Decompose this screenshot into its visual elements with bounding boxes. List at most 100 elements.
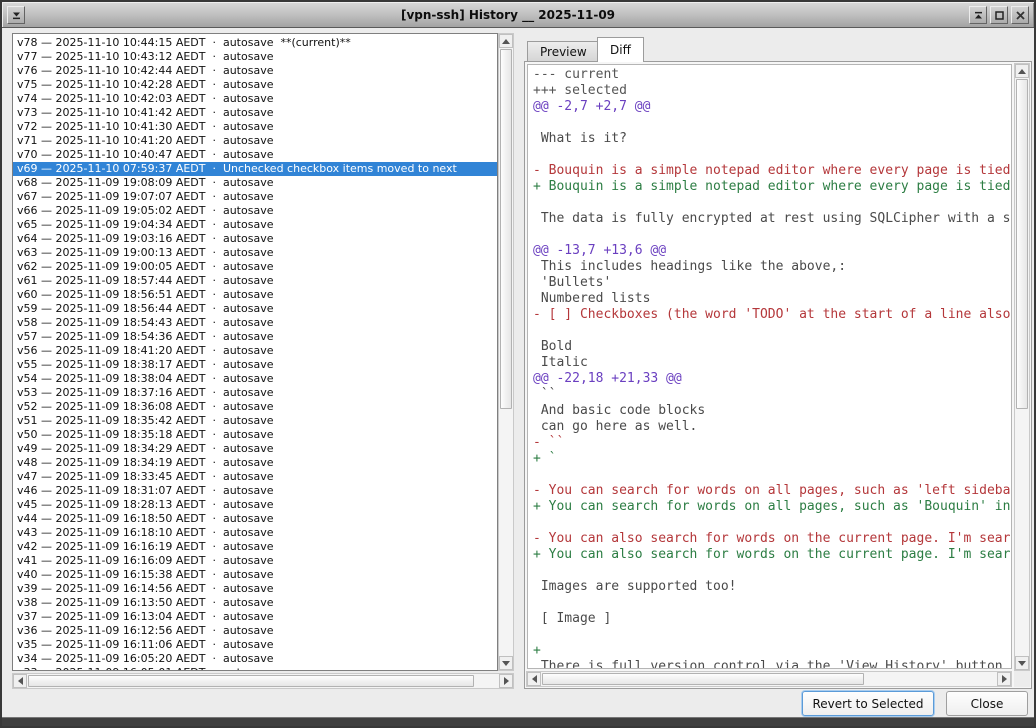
- version-list-item-label: v42 — 2025-11-09 16:16:19 AEDT · autosav…: [17, 540, 273, 553]
- version-list-item[interactable]: v63 — 2025-11-09 19:00:13 AEDT · autosav…: [13, 246, 497, 260]
- version-list-item[interactable]: v35 — 2025-11-09 16:11:06 AEDT · autosav…: [13, 638, 497, 652]
- history-scroll-up-button[interactable]: [499, 34, 513, 48]
- diff-line: [533, 563, 1011, 579]
- version-list-item[interactable]: v43 — 2025-11-09 16:18:10 AEDT · autosav…: [13, 526, 497, 540]
- diff-line-text: - You can also search for words on the c…: [533, 531, 1010, 546]
- version-list-item[interactable]: v54 — 2025-11-09 18:38:04 AEDT · autosav…: [13, 372, 497, 386]
- version-list-item[interactable]: v33 — 2025-11-09 16:05:01 AEDT · autosav…: [13, 666, 497, 671]
- version-list[interactable]: v78 — 2025-11-10 10:44:15 AEDT · autosav…: [12, 33, 498, 671]
- version-list-item[interactable]: v56 — 2025-11-09 18:41:20 AEDT · autosav…: [13, 344, 497, 358]
- version-list-item[interactable]: v69 — 2025-11-10 07:59:37 AEDT · Uncheck…: [13, 162, 497, 176]
- version-list-item[interactable]: v50 — 2025-11-09 18:35:18 AEDT · autosav…: [13, 428, 497, 442]
- version-list-item[interactable]: v67 — 2025-11-09 19:07:07 AEDT · autosav…: [13, 190, 497, 204]
- version-list-item[interactable]: v73 — 2025-11-10 10:41:42 AEDT · autosav…: [13, 106, 497, 120]
- version-list-item-label: v33 — 2025-11-09 16:05:01 AEDT · autosav…: [17, 666, 273, 671]
- version-list-item[interactable]: v70 — 2025-11-10 10:40:47 AEDT · autosav…: [13, 148, 497, 162]
- version-list-item[interactable]: v34 — 2025-11-09 16:05:20 AEDT · autosav…: [13, 652, 497, 666]
- tab-preview[interactable]: Preview: [527, 41, 600, 62]
- version-list-item[interactable]: v58 — 2025-11-09 18:54:43 AEDT · autosav…: [13, 316, 497, 330]
- diff-scroll-left-button[interactable]: [527, 672, 541, 686]
- version-list-item[interactable]: v44 — 2025-11-09 16:18:50 AEDT · autosav…: [13, 512, 497, 526]
- history-scroll-down-button[interactable]: [499, 656, 513, 670]
- version-list-item[interactable]: v51 — 2025-11-09 18:35:42 AEDT · autosav…: [13, 414, 497, 428]
- version-list-item[interactable]: v62 — 2025-11-09 19:00:05 AEDT · autosav…: [13, 260, 497, 274]
- diff-line: Italic: [533, 355, 1011, 371]
- version-list-item-label: v48 — 2025-11-09 18:34:19 AEDT · autosav…: [17, 456, 273, 469]
- version-list-item[interactable]: v42 — 2025-11-09 16:16:19 AEDT · autosav…: [13, 540, 497, 554]
- version-list-item[interactable]: v68 — 2025-11-09 19:08:09 AEDT · autosav…: [13, 176, 497, 190]
- diff-tab-panel: --- current+++ selected@@ -2,7 +2,7 @@ W…: [524, 61, 1032, 689]
- history-scroll-left-button[interactable]: [13, 674, 27, 688]
- diff-line-text: + You can also search for words on the c…: [533, 547, 1010, 562]
- history-vscrollbar[interactable]: [498, 33, 514, 671]
- diff-line: The data is fully encrypted at rest usin…: [533, 211, 1011, 227]
- diff-line-text: There is full version control via the 'V…: [533, 659, 1003, 669]
- scroll-right-icon: [504, 677, 509, 685]
- version-list-item[interactable]: v72 — 2025-11-10 10:41:30 AEDT · autosav…: [13, 120, 497, 134]
- version-list-item[interactable]: v48 — 2025-11-09 18:34:19 AEDT · autosav…: [13, 456, 497, 470]
- version-list-item[interactable]: v60 — 2025-11-09 18:56:51 AEDT · autosav…: [13, 288, 497, 302]
- tab-diff[interactable]: Diff: [597, 37, 644, 62]
- version-list-item[interactable]: v47 — 2025-11-09 18:33:45 AEDT · autosav…: [13, 470, 497, 484]
- diff-scroll-down-button[interactable]: [1015, 656, 1029, 670]
- version-list-item[interactable]: v37 — 2025-11-09 16:13:04 AEDT · autosav…: [13, 610, 497, 624]
- diff-line: + `: [533, 451, 1011, 467]
- version-list-item[interactable]: v45 — 2025-11-09 18:28:13 AEDT · autosav…: [13, 498, 497, 512]
- version-list-item[interactable]: v77 — 2025-11-10 10:43:12 AEDT · autosav…: [13, 50, 497, 64]
- version-list-item[interactable]: v39 — 2025-11-09 16:14:56 AEDT · autosav…: [13, 582, 497, 596]
- version-list-item[interactable]: v78 — 2025-11-10 10:44:15 AEDT · autosav…: [13, 36, 497, 50]
- version-list-item[interactable]: v49 — 2025-11-09 18:34:29 AEDT · autosav…: [13, 442, 497, 456]
- scroll-up-icon: [502, 39, 510, 44]
- history-hscroll-thumb[interactable]: [28, 675, 474, 687]
- version-list-item[interactable]: v66 — 2025-11-09 19:05:02 AEDT · autosav…: [13, 204, 497, 218]
- version-list-item[interactable]: v40 — 2025-11-09 16:15:38 AEDT · autosav…: [13, 568, 497, 582]
- version-list-item[interactable]: v76 — 2025-11-10 10:42:44 AEDT · autosav…: [13, 64, 497, 78]
- diff-scroll-up-button[interactable]: [1015, 64, 1029, 78]
- window-menu-button[interactable]: [7, 6, 25, 24]
- version-list-item-label: v51 — 2025-11-09 18:35:42 AEDT · autosav…: [17, 414, 273, 427]
- version-list-item[interactable]: v38 — 2025-11-09 16:13:50 AEDT · autosav…: [13, 596, 497, 610]
- version-list-item-label: v64 — 2025-11-09 19:03:16 AEDT · autosav…: [17, 232, 273, 245]
- history-vscroll-thumb[interactable]: [500, 49, 512, 409]
- version-list-item-label: v71 — 2025-11-10 10:41:20 AEDT · autosav…: [17, 134, 273, 147]
- history-hscrollbar[interactable]: [12, 673, 514, 689]
- version-list-item[interactable]: v36 — 2025-11-09 16:12:56 AEDT · autosav…: [13, 624, 497, 638]
- diff-line-text: Bold: [533, 339, 572, 354]
- shade-button[interactable]: [969, 6, 987, 24]
- version-list-item[interactable]: v74 — 2025-11-10 10:42:03 AEDT · autosav…: [13, 92, 497, 106]
- version-list-item[interactable]: v53 — 2025-11-09 18:37:16 AEDT · autosav…: [13, 386, 497, 400]
- version-list-item[interactable]: v71 — 2025-11-10 10:41:20 AEDT · autosav…: [13, 134, 497, 148]
- close-dialog-button[interactable]: Close: [946, 691, 1028, 716]
- close-button[interactable]: [1011, 6, 1029, 24]
- diff-vscroll-thumb[interactable]: [1016, 79, 1028, 409]
- version-list-item[interactable]: v52 — 2025-11-09 18:36:08 AEDT · autosav…: [13, 400, 497, 414]
- version-list-item-label: v69 — 2025-11-10 07:59:37 AEDT · Uncheck…: [17, 162, 457, 175]
- version-list-item[interactable]: v65 — 2025-11-09 19:04:34 AEDT · autosav…: [13, 218, 497, 232]
- version-list-item[interactable]: v41 — 2025-11-09 16:16:09 AEDT · autosav…: [13, 554, 497, 568]
- version-list-item[interactable]: v46 — 2025-11-09 18:31:07 AEDT · autosav…: [13, 484, 497, 498]
- diff-line-text: - Bouquin is a simple notepad editor whe…: [533, 163, 1010, 178]
- diff-line: - ``: [533, 435, 1011, 451]
- version-list-item[interactable]: v61 — 2025-11-09 18:57:44 AEDT · autosav…: [13, 274, 497, 288]
- maximize-button[interactable]: [990, 6, 1008, 24]
- diff-line: + You can search for words on all pages,…: [533, 499, 1011, 515]
- diff-line: [533, 195, 1011, 211]
- scroll-down-icon: [1018, 661, 1026, 666]
- diff-hscrollbar[interactable]: [526, 671, 1012, 687]
- diff-vscrollbar[interactable]: [1014, 63, 1030, 671]
- version-list-item-label: v76 — 2025-11-10 10:42:44 AEDT · autosav…: [17, 64, 273, 77]
- diff-line: [ Image ]: [533, 611, 1011, 627]
- version-list-item[interactable]: v75 — 2025-11-10 10:42:28 AEDT · autosav…: [13, 78, 497, 92]
- diff-line-text: +: [533, 643, 541, 658]
- history-scroll-right-button[interactable]: [499, 674, 513, 688]
- version-list-item[interactable]: v64 — 2025-11-09 19:03:16 AEDT · autosav…: [13, 232, 497, 246]
- version-list-item-label: v70 — 2025-11-10 10:40:47 AEDT · autosav…: [17, 148, 273, 161]
- diff-hscroll-thumb[interactable]: [542, 673, 864, 685]
- diff-view[interactable]: --- current+++ selected@@ -2,7 +2,7 @@ W…: [527, 64, 1012, 669]
- version-list-item[interactable]: v57 — 2025-11-09 18:54:36 AEDT · autosav…: [13, 330, 497, 344]
- version-list-item[interactable]: v55 — 2025-11-09 18:38:17 AEDT · autosav…: [13, 358, 497, 372]
- revert-to-selected-button[interactable]: Revert to Selected: [802, 691, 934, 716]
- diff-scroll-right-button[interactable]: [997, 672, 1011, 686]
- version-list-item[interactable]: v59 — 2025-11-09 18:56:44 AEDT · autosav…: [13, 302, 497, 316]
- close-icon: [1015, 10, 1026, 21]
